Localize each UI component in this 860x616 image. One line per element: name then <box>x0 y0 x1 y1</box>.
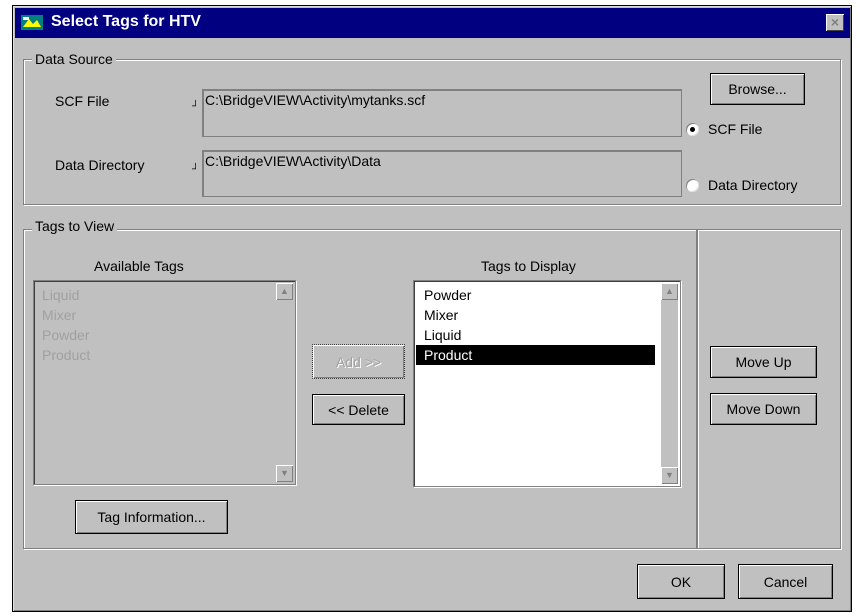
display-tag-item[interactable]: Mixer <box>416 305 655 325</box>
window-title: Select Tags for HTV <box>51 13 201 30</box>
app-icon <box>21 15 43 30</box>
tags-to-display-list[interactable]: Powder Mixer Liquid Product ▲ ▼ <box>413 280 681 487</box>
available-tags-heading: Available Tags <box>94 258 184 274</box>
display-scrollbar[interactable]: ▲ ▼ <box>661 283 678 484</box>
add-button[interactable]: Add >> <box>312 344 405 379</box>
available-tag-item[interactable]: Liquid <box>34 285 90 305</box>
delete-button[interactable]: << Delete <box>312 394 405 425</box>
data-directory-field[interactable]: C:\BridgeVIEW\Activity\Data <box>202 150 682 197</box>
display-tag-item[interactable]: Product <box>416 345 655 365</box>
tags-to-view-legend: Tags to View <box>32 218 118 234</box>
available-tags-items: Liquid Mixer Powder Product <box>34 285 90 365</box>
scf-file-label: SCF File <box>55 93 110 109</box>
connector-icon: ┘ <box>192 101 200 112</box>
ok-button[interactable]: OK <box>637 564 725 599</box>
available-tags-list[interactable]: Liquid Mixer Powder Product ▲ ▼ <box>33 280 296 485</box>
radio-button-icon[interactable] <box>686 179 699 192</box>
scroll-up-icon[interactable]: ▲ <box>276 283 293 300</box>
connector-icon: ┘ <box>192 164 200 175</box>
available-scrollbar[interactable]: ▲ ▼ <box>276 283 293 482</box>
radio-scf-file-label: SCF File <box>708 121 763 137</box>
data-source-legend: Data Source <box>32 51 116 67</box>
radio-data-directory-label: Data Directory <box>708 177 798 193</box>
move-up-button[interactable]: Move Up <box>710 346 817 378</box>
scroll-down-icon[interactable]: ▼ <box>661 467 678 484</box>
tags-to-display-items: Powder Mixer Liquid Product <box>416 285 655 365</box>
tags-to-display-heading: Tags to Display <box>481 258 576 274</box>
radio-scf-file[interactable]: SCF File <box>684 120 804 140</box>
move-buttons-panel <box>697 229 841 549</box>
browse-button[interactable]: Browse... <box>710 73 805 105</box>
display-tag-item[interactable]: Liquid <box>416 325 655 345</box>
radio-data-directory[interactable]: Data Directory <box>684 176 824 196</box>
available-tag-item[interactable]: Powder <box>34 325 90 345</box>
title-bar[interactable]: Select Tags for HTV × <box>15 8 850 38</box>
scroll-up-icon[interactable]: ▲ <box>661 283 678 300</box>
data-directory-value: C:\BridgeVIEW\Activity\Data <box>205 153 381 169</box>
scf-file-field[interactable]: C:\BridgeVIEW\Activity\mytanks.scf <box>202 89 682 137</box>
data-directory-label: Data Directory <box>55 157 145 173</box>
cancel-button[interactable]: Cancel <box>738 564 833 599</box>
display-tag-item[interactable]: Powder <box>416 285 655 305</box>
available-tag-item[interactable]: Product <box>34 345 90 365</box>
scroll-down-icon[interactable]: ▼ <box>276 465 293 482</box>
move-down-button[interactable]: Move Down <box>710 393 817 425</box>
radio-button-icon[interactable] <box>686 123 699 136</box>
tag-information-button[interactable]: Tag Information... <box>75 500 228 534</box>
close-icon[interactable]: × <box>826 14 844 31</box>
scf-file-value: C:\BridgeVIEW\Activity\mytanks.scf <box>205 92 426 108</box>
available-tag-item[interactable]: Mixer <box>34 305 90 325</box>
